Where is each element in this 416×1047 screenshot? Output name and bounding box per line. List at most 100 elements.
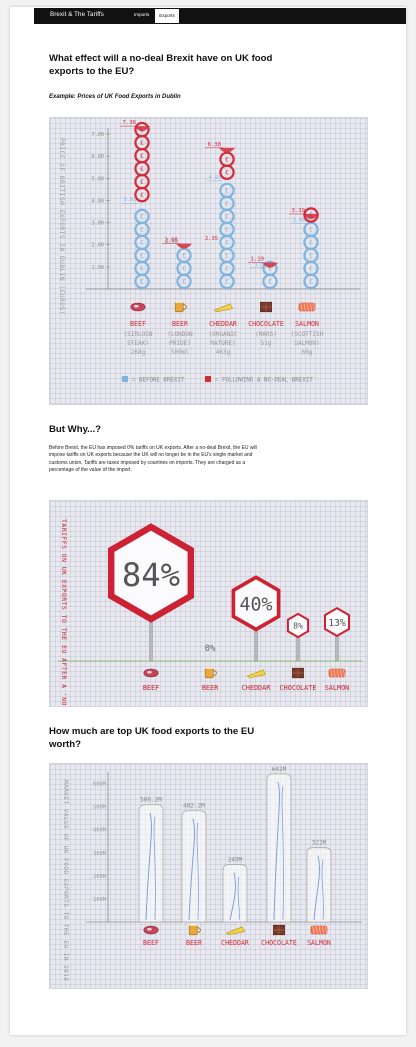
coin-euro-symbol: € [140, 227, 144, 234]
y-tick-label: 400M [93, 828, 107, 834]
category-label: BEEF [143, 939, 159, 947]
coin-euro-symbol: € [140, 240, 144, 247]
category-label: SALMON [307, 939, 331, 947]
coin-euro-symbol: € [225, 227, 229, 234]
category-detail-label: 60g [302, 349, 313, 356]
beer-glass-shape [204, 667, 214, 679]
category-detail-label: SALMON) [294, 340, 319, 347]
y-tick-label: 200M [93, 874, 107, 880]
y-axis-label: TARIFFS ON UK EXPORTS TO THE EU AFTER A … [60, 519, 68, 706]
coin-euro-symbol: € [140, 192, 144, 199]
coin-euro-symbol: € [140, 214, 144, 221]
coin-euro-symbol: € [309, 279, 313, 286]
category-detail-label: 51g [261, 340, 272, 347]
y-tick-label: 2.00 [92, 243, 105, 249]
value-label: 249M [228, 857, 243, 864]
tariffs-chart: TARIFFS ON UK EXPORTS TO THE EU AFTER A … [58, 519, 362, 706]
beer-foam-shape [175, 301, 184, 303]
before-value-label: 2.05 [166, 239, 179, 245]
coin-euro-symbol: € [140, 253, 144, 260]
cheddar-icon [225, 926, 246, 936]
legend-before-label: = BEFORE BREXIT [132, 378, 185, 384]
tariffs-chart-panel: TARIFFS ON UK EXPORTS TO THE EU AFTER A … [49, 500, 368, 707]
after-value-label: 6.38 [208, 142, 222, 148]
before-value-label: 1.0 [255, 262, 264, 268]
category-detail-label: PRIDE) [169, 340, 191, 347]
site-title[interactable]: Brexit & The Tariffs [50, 11, 104, 18]
cheddar-wedge-shape [246, 669, 267, 679]
y-axis-label: MARKET VALUE OF UK FOOD EXPORTS TO THE E… [62, 780, 69, 982]
y-tick-label: 7.00 [92, 132, 105, 138]
after-brexit-top-coin [176, 243, 192, 249]
coin-euro-symbol: € [309, 240, 313, 247]
chocolate-icon [273, 924, 285, 936]
legend-after-swatch [205, 376, 211, 382]
chocolate-icon [292, 667, 304, 679]
section-3-heading: How much are top UK food exports to the … [49, 726, 255, 750]
category-label: BEEF [130, 320, 146, 328]
coin-euro-symbol: € [309, 227, 313, 234]
salmon-icon [328, 668, 346, 678]
category-label: BEEF [143, 684, 159, 692]
category-label: BEER [202, 684, 219, 692]
beef-icon [143, 925, 159, 935]
nav-exports-link[interactable]: Exports [155, 9, 179, 23]
cheddar-wedge-shape [213, 303, 234, 313]
value-label: 508.2M [140, 797, 162, 804]
beer-glass-shape [174, 301, 184, 313]
section-1-heading: What effect will a no-deal Brexit have o… [49, 53, 273, 77]
category-label: CHOCOLATE [248, 320, 284, 328]
category-detail-label: STEAK) [127, 340, 149, 347]
category-label: CHOCOLATE [280, 684, 317, 692]
sign-post [335, 635, 339, 662]
beer-glass-shape [188, 924, 198, 936]
coin-euro-symbol: € [140, 153, 144, 160]
tariff-explanation-paragraph: Before Brexit, the EU has imposed 0% tar… [49, 445, 257, 474]
y-tick-label: 5.00 [92, 176, 105, 182]
coin-euro-symbol: € [225, 156, 229, 163]
coin-euro-symbol: € [182, 253, 186, 260]
coin-euro-symbol: € [140, 166, 144, 173]
chocolate-icon [260, 301, 272, 313]
category-label: BEER [172, 320, 188, 328]
after-brexit-top-coin [219, 147, 235, 153]
beer-foam-shape [189, 924, 198, 926]
prices-chart: 1.00 2.00 3.00 4.00 5.00 6.00 7.00 PRICE OF BRI… [58, 120, 360, 384]
top-navigation-bar: Brexit & The Tariffs Imports Exports [34, 8, 406, 24]
sign-post [254, 629, 258, 662]
beer-icon [174, 301, 187, 313]
coin-euro-symbol: € [140, 279, 144, 286]
value-label: 322M [312, 840, 327, 847]
cheddar-wedge-shape [225, 926, 246, 936]
after-value-label: 7.36 [123, 120, 136, 126]
category-label: SALMON [295, 320, 319, 328]
coin-euro-symbol: € [225, 253, 229, 260]
category-detail-label: 463g [216, 349, 231, 356]
coin-euro-symbol: € [225, 279, 229, 286]
coin-euro-symbol: € [309, 253, 313, 260]
export-value-chart-panel: 100M 200M 300M 400M 500M 600M MARKET VALUE OF … [49, 763, 368, 989]
beef-fat-shape [147, 927, 152, 931]
tariff-value-label: 40% [240, 595, 273, 616]
y-tick-label: 4.00 [92, 198, 105, 204]
coin-euro-symbol: € [182, 279, 186, 286]
category-detail-label: 500ml [171, 349, 189, 356]
before-value-label: 3.00 [293, 218, 306, 224]
category-detail-label: 268g [131, 349, 146, 356]
sign-post [149, 618, 153, 662]
section-2-heading: But Why...? [49, 424, 102, 435]
nav-imports-link[interactable]: Imports [134, 12, 149, 17]
coin-euro-symbol: € [225, 188, 229, 195]
category-label: SALMON [325, 684, 350, 692]
beef-fat-shape [134, 304, 139, 308]
beef-icon [143, 668, 159, 678]
tariff-value-label: 8% [293, 621, 303, 631]
y-tick-label: 600M [93, 782, 107, 788]
before-value-label: 3.92 [124, 197, 137, 203]
y-tick-label: 100M [93, 897, 107, 903]
coin-euro-symbol: € [225, 214, 229, 221]
y-axis-label: PRICE OF BRITISH EXPORTS IN DUBLIN (EURO… [58, 138, 65, 315]
coin-euro-symbol: € [268, 279, 272, 286]
beer-foam-shape [205, 667, 214, 669]
category-label: CHEDDAR [242, 684, 272, 692]
